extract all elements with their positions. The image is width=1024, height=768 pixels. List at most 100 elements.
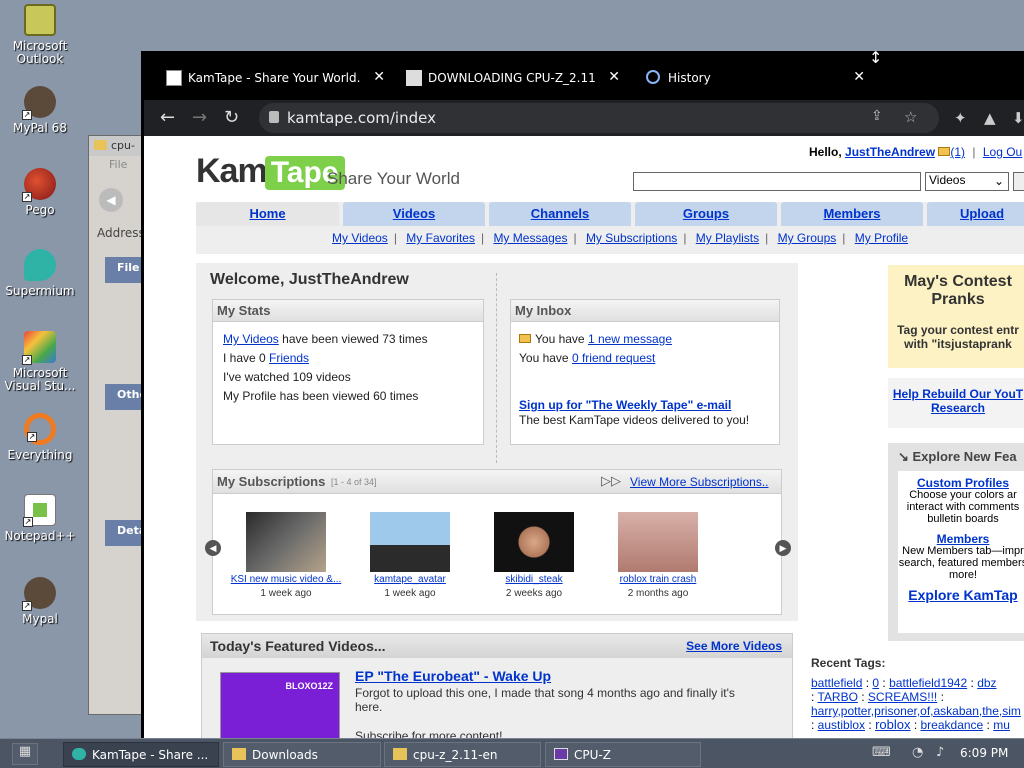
video-title-link[interactable]: KSI new music video &... [231,574,342,585]
video-thumbnail[interactable] [494,512,574,572]
mail-icon[interactable] [938,147,951,156]
close-tab-icon[interactable]: ✕ [608,69,620,85]
taskbar-item-cpuz[interactable]: CPU-Z [545,742,701,767]
network-icon[interactable]: ◔ [912,745,923,760]
tag-link[interactable]: TARBO [817,690,857,704]
tab-groups[interactable]: Groups [635,202,777,226]
tag-link[interactable]: harry,potter,prisoner,of,askaban,the,sim [811,704,1021,718]
taskbar-item-downloads[interactable]: Downloads [223,742,381,767]
bookmark-star-icon[interactable]: ☆ [904,108,917,126]
tag-link[interactable]: 0 [872,676,879,690]
see-more-videos-link[interactable]: See More Videos [686,639,782,653]
clock[interactable]: 6:09 PM [960,746,1008,760]
my-videos-link[interactable]: My Videos [223,332,279,346]
carousel-next-icon[interactable]: ▶ [775,540,791,556]
desktop-icon-notepadpp[interactable]: ↗ Notepad++ [0,494,80,543]
keyboard-icon[interactable]: ⌨ [872,745,891,760]
background-explorer-window[interactable]: cpu- File ◀ Address File Othe Deta [88,135,149,715]
mail-icon [519,334,531,343]
carousel-prev-icon[interactable]: ◀ [205,540,221,556]
search-category-select[interactable]: Videos ⌄ [925,172,1009,191]
video-title-link[interactable]: roblox train crash [620,574,697,585]
new-message-link[interactable]: 1 new message [588,332,672,346]
tab-channels[interactable]: Channels [489,202,631,226]
tag-link[interactable]: SCREAMS!!! [868,690,937,704]
custom-profiles-link[interactable]: Custom Profiles [917,476,1009,490]
desktop-icon-mypal[interactable]: ↗ Mypal [0,577,80,626]
search-input[interactable] [633,172,921,191]
kamtape-logo[interactable]: Kam Tape [196,152,345,191]
view-more-subscriptions-link[interactable]: View More Subscriptions.. [630,475,769,489]
desktop-icon-everything[interactable]: ↗ Everything [0,413,80,462]
forward-arrow-icon[interactable]: → [192,107,207,128]
download-icon[interactable]: ⬇ [1012,109,1024,127]
tab-upload[interactable]: Upload [927,202,1024,226]
tab-home[interactable]: Home [196,202,339,226]
inbox-count-link[interactable]: (1) [950,145,965,159]
help-rebuild-link[interactable]: Help Rebuild Our YouT [893,387,1023,401]
featured-video-thumbnail[interactable]: BLOXO12Z [220,672,340,741]
reload-icon[interactable]: ↻ [224,107,239,128]
close-tab-icon[interactable]: ✕ [853,69,865,85]
subscription-item[interactable]: kamtape_avatar 1 week ago [350,512,470,599]
tag-link[interactable]: battlefield1942 [889,676,967,690]
help-rebuild-box[interactable]: Help Rebuild Our YouT Research [888,378,1024,428]
extensions-icon[interactable]: ✦ [954,109,967,127]
browser-window[interactable]: KamTape - Share Your World. ✕ DOWNLOADIN… [141,48,1024,741]
subnav-my-playlists[interactable]: My Playlists [696,231,759,245]
desktop-icon-pego[interactable]: ↗ Pego [0,168,80,217]
subnav-my-subscriptions[interactable]: My Subscriptions [586,231,677,245]
subscription-item[interactable]: roblox train crash 2 months ago [598,512,718,599]
tag-link[interactable]: dbz [977,676,996,690]
tag-link[interactable]: austiblox [818,718,865,732]
video-thumbnail[interactable] [370,512,450,572]
profile-icon[interactable]: ▲ [984,109,996,127]
share-icon[interactable]: ⇪ [871,108,883,124]
video-title-link[interactable]: kamtape_avatar [374,574,446,585]
featured-video-title-link[interactable]: EP "The Eurobeat" - Wake Up [355,668,551,684]
tag-link[interactable]: breakdance [921,718,984,732]
friend-request-link[interactable]: 0 friend request [572,351,655,365]
weekly-tape-signup-link[interactable]: Sign up for "The Weekly Tape" e-mail [519,398,731,412]
video-thumbnail[interactable] [618,512,698,572]
subscription-item[interactable]: KSI new music video &... 1 week ago [226,512,346,599]
research-link[interactable]: Research [931,401,985,415]
desktop-icon-supermium[interactable]: Supermium [0,249,80,298]
desktop-icon-mypal68[interactable]: ↗ MyPal 68 [0,86,80,135]
subnav-my-profile[interactable]: My Profile [855,231,908,245]
logout-link[interactable]: Log Ou [983,145,1022,159]
menu-file[interactable]: File [89,156,147,174]
tag-link[interactable]: roblox [875,717,910,732]
start-button[interactable]: ▦ [12,743,38,765]
subnav-my-videos[interactable]: My Videos [332,231,388,245]
subscription-item[interactable]: skibidi_steak 2 weeks ago [474,512,594,599]
taskbar-item-kamtape[interactable]: KamTape - Share ... [63,742,219,767]
desktop-icon-label: Microsoft Visual Stu... [4,366,76,393]
tab-history[interactable]: History ✕ [624,66,869,92]
username-link[interactable]: JustTheAndrew [845,145,935,159]
desktop-icon-outlook[interactable]: Microsoft Outlook [0,4,80,66]
tab-downloading[interactable]: DOWNLOADING CPU-Z_2.11 ✕ [384,66,624,92]
tag-link[interactable]: mu [993,718,1010,732]
members-link[interactable]: Members [937,532,990,546]
volume-icon[interactable]: ♪ [936,745,944,760]
taskbar-item-cpuz-folder[interactable]: cpu-z_2.11-en [384,742,541,767]
video-thumbnail[interactable] [246,512,326,572]
resize-cursor-icon: ↕ [869,48,883,67]
back-arrow-icon[interactable]: ← [160,107,175,128]
subnav-my-favorites[interactable]: My Favorites [406,231,475,245]
subnav-my-groups[interactable]: My Groups [778,231,837,245]
address-bar[interactable]: kamtape.com/index ⇪ ☆ [259,103,939,133]
explore-kamtape-link[interactable]: Explore KamTap [908,587,1017,603]
friends-link[interactable]: Friends [269,351,309,365]
tab-videos[interactable]: Videos [343,202,485,226]
search-button[interactable] [1013,172,1024,191]
desktop-icon-visual-studio[interactable]: ↗ Microsoft Visual Stu... [0,331,80,393]
video-title-link[interactable]: skibidi_steak [505,574,562,585]
tab-kamtape[interactable]: KamTape - Share Your World. ✕ [144,66,389,92]
contest-box[interactable]: May's Contest Pranks Tag your contest en… [888,265,1024,368]
subnav-my-messages[interactable]: My Messages [493,231,567,245]
tag-link[interactable]: battlefield [811,676,862,690]
back-button[interactable]: ◀ [99,188,123,212]
tab-members[interactable]: Members [781,202,923,226]
